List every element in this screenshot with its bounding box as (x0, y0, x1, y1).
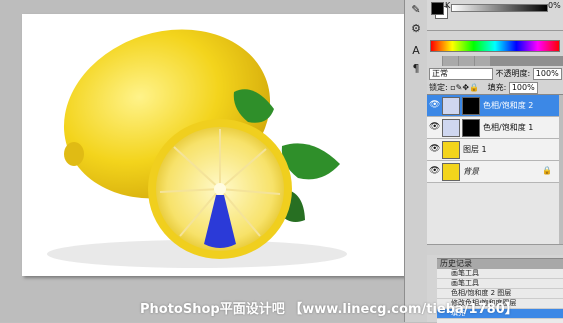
watermark-text: PhotoShop平面设计吧 【www.linecg.com/tieba/178… (140, 302, 518, 317)
lemon-image (47, 29, 347, 268)
visibility-eye-icon[interactable]: 👁 (429, 166, 440, 176)
layer-name: 色相/饱和度 2 (483, 101, 534, 110)
visibility-eye-icon[interactable]: 👁 (429, 144, 440, 154)
tab-layers[interactable] (427, 56, 442, 66)
layer-name: 色相/饱和度 1 (483, 123, 534, 132)
document-canvas[interactable] (22, 14, 405, 276)
lock-icons[interactable]: ▫✎✥🔒 (450, 83, 479, 92)
lock-row: 锁定: ▫✎✥🔒 填充: 100% (429, 81, 538, 94)
right-panels: K 0% 正常 不透明度: 100% 锁定: ▫✎✥🔒 填充: 100% 👁 色… (427, 0, 563, 323)
fill-label: 填充: (487, 83, 507, 92)
document-workspace (0, 0, 414, 322)
channel-label: K (445, 1, 451, 10)
opacity-input[interactable]: 100% (532, 67, 562, 80)
foreground-color-swatch[interactable] (431, 2, 444, 15)
layer-row[interactable]: 👁 色相/饱和度 2 (427, 95, 559, 117)
layers-footer-buttons[interactable] (427, 244, 563, 255)
tab-channels[interactable] (443, 56, 458, 66)
layer-name: 背景 (463, 167, 479, 176)
character-icon[interactable]: A (409, 44, 423, 58)
tool-strip: ✎ ⚙ A ¶ (404, 0, 428, 322)
layers-scrollbar[interactable] (559, 95, 563, 245)
lock-icon: 🔒 (542, 166, 552, 175)
layer-name: 图层 1 (463, 145, 487, 154)
brush-preset-icon[interactable]: ✎ (409, 3, 423, 17)
layer-row[interactable]: 👁 图层 1 (427, 139, 559, 161)
color-spectrum[interactable] (430, 40, 560, 52)
k-slider[interactable] (451, 4, 548, 12)
visibility-eye-icon[interactable]: 👁 (429, 122, 440, 132)
paragraph-icon[interactable]: ¶ (409, 62, 423, 76)
blend-row: 正常 不透明度: 100% (429, 67, 562, 80)
panel-tabs (427, 56, 563, 66)
mask-thumbnail (462, 119, 480, 137)
mask-thumbnail (462, 97, 480, 115)
layer-thumbnail (442, 163, 460, 181)
adjustment-thumbnail (442, 97, 460, 115)
opacity-label: 不透明度: (495, 69, 531, 78)
k-value[interactable]: 0% (548, 1, 561, 10)
blend-mode-select[interactable]: 正常 (429, 67, 493, 80)
adjustment-thumbnail (442, 119, 460, 137)
layer-row[interactable]: 👁 色相/饱和度 1 (427, 117, 559, 139)
history-title: 历史记录 (437, 259, 563, 269)
visibility-eye-icon[interactable]: 👁 (429, 100, 440, 110)
history-item[interactable]: 画笔工具 (437, 279, 563, 289)
layers-list: 👁 色相/饱和度 2 👁 色相/饱和度 1 👁 图层 1 👁 背景 🔒 (427, 94, 563, 247)
clone-source-icon[interactable]: ⚙ (409, 22, 423, 36)
tab-other[interactable] (475, 56, 490, 66)
fill-input[interactable]: 100% (508, 81, 538, 94)
lock-label: 锁定: (429, 83, 448, 92)
layer-thumbnail (442, 141, 460, 159)
layer-row[interactable]: 👁 背景 🔒 (427, 161, 559, 183)
history-item[interactable]: 画笔工具 (437, 269, 563, 279)
color-panel: K 0% (427, 0, 563, 31)
tab-paths[interactable] (459, 56, 474, 66)
